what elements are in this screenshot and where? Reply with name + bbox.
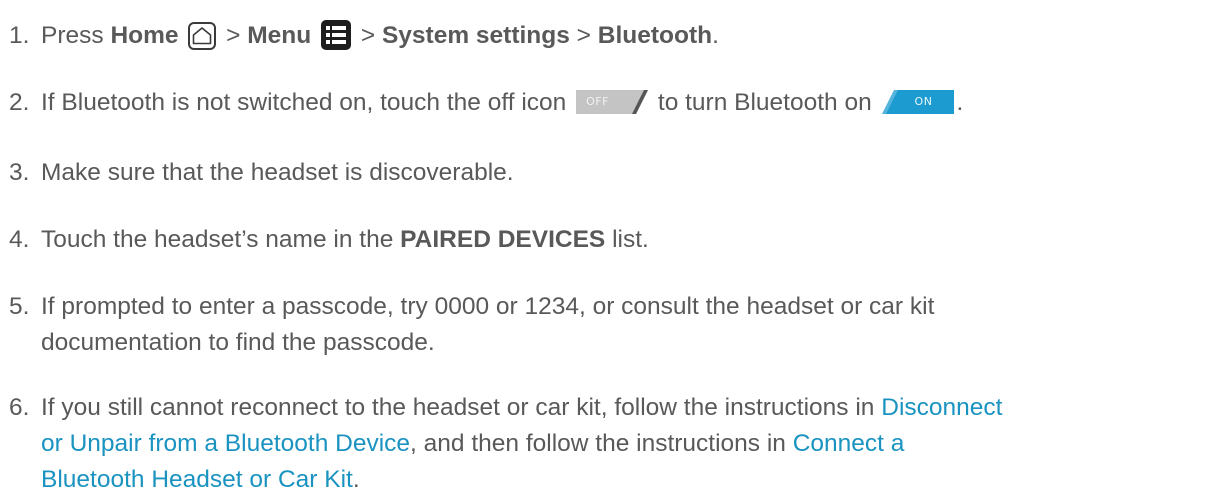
menu-icon xyxy=(321,20,352,50)
toggle-on-icon: ON xyxy=(881,90,954,114)
step-number: 5. xyxy=(9,293,30,320)
instruction-list: 1. Press Home > Menu > System settings >… xyxy=(0,0,1220,493)
toggle-off-icon: OFF xyxy=(576,90,649,114)
step-number: 4. xyxy=(9,226,30,253)
menu-label: Menu xyxy=(247,22,312,49)
home-icon xyxy=(188,22,217,50)
paired-devices-label: PAIRED DEVICES xyxy=(400,226,606,253)
step-text: Press Home > Menu > System settings > Bl… xyxy=(41,20,719,50)
step-text: If you still cannot reconnect to the hea… xyxy=(41,394,1003,493)
home-label: Home xyxy=(110,22,179,49)
step-text: Touch the headset’s name in the PAIRED D… xyxy=(41,226,649,253)
disconnect-unpair-link[interactable]: Disconnect xyxy=(881,394,1002,421)
step-number: 1. xyxy=(9,22,30,49)
step-number: 2. xyxy=(9,89,30,116)
step-number: 3. xyxy=(9,159,30,186)
step-number: 6. xyxy=(9,394,30,421)
bluetooth-label: Bluetooth xyxy=(597,22,713,49)
disconnect-unpair-link-cont[interactable]: or Unpair from a Bluetooth Device xyxy=(41,430,410,457)
connect-headset-link-cont[interactable]: Bluetooth Headset or Car Kit xyxy=(41,466,353,493)
system-settings-label: System settings xyxy=(381,22,570,49)
step-text: If Bluetooth is not switched on, touch t… xyxy=(41,89,964,116)
toggle-on-label: ON xyxy=(914,95,933,108)
step-text: If prompted to enter a passcode, try 000… xyxy=(41,293,935,356)
toggle-off-label: OFF xyxy=(586,95,609,108)
step-text: Make sure that the headset is discoverab… xyxy=(41,159,514,186)
connect-headset-link[interactable]: Connect a xyxy=(793,430,905,457)
